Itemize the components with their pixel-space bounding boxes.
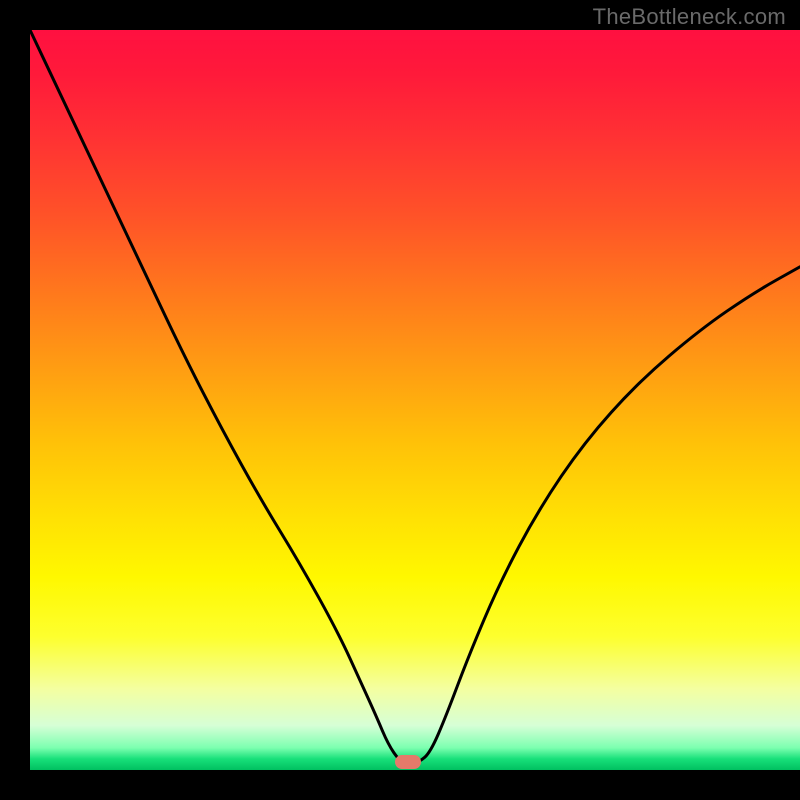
- watermark-text: TheBottleneck.com: [593, 4, 786, 30]
- chart-stage: TheBottleneck.com: [0, 0, 800, 800]
- plot-area: [30, 30, 800, 770]
- bottleneck-curve: [30, 30, 800, 763]
- optimal-marker: [395, 755, 421, 769]
- curve-layer: [30, 30, 800, 770]
